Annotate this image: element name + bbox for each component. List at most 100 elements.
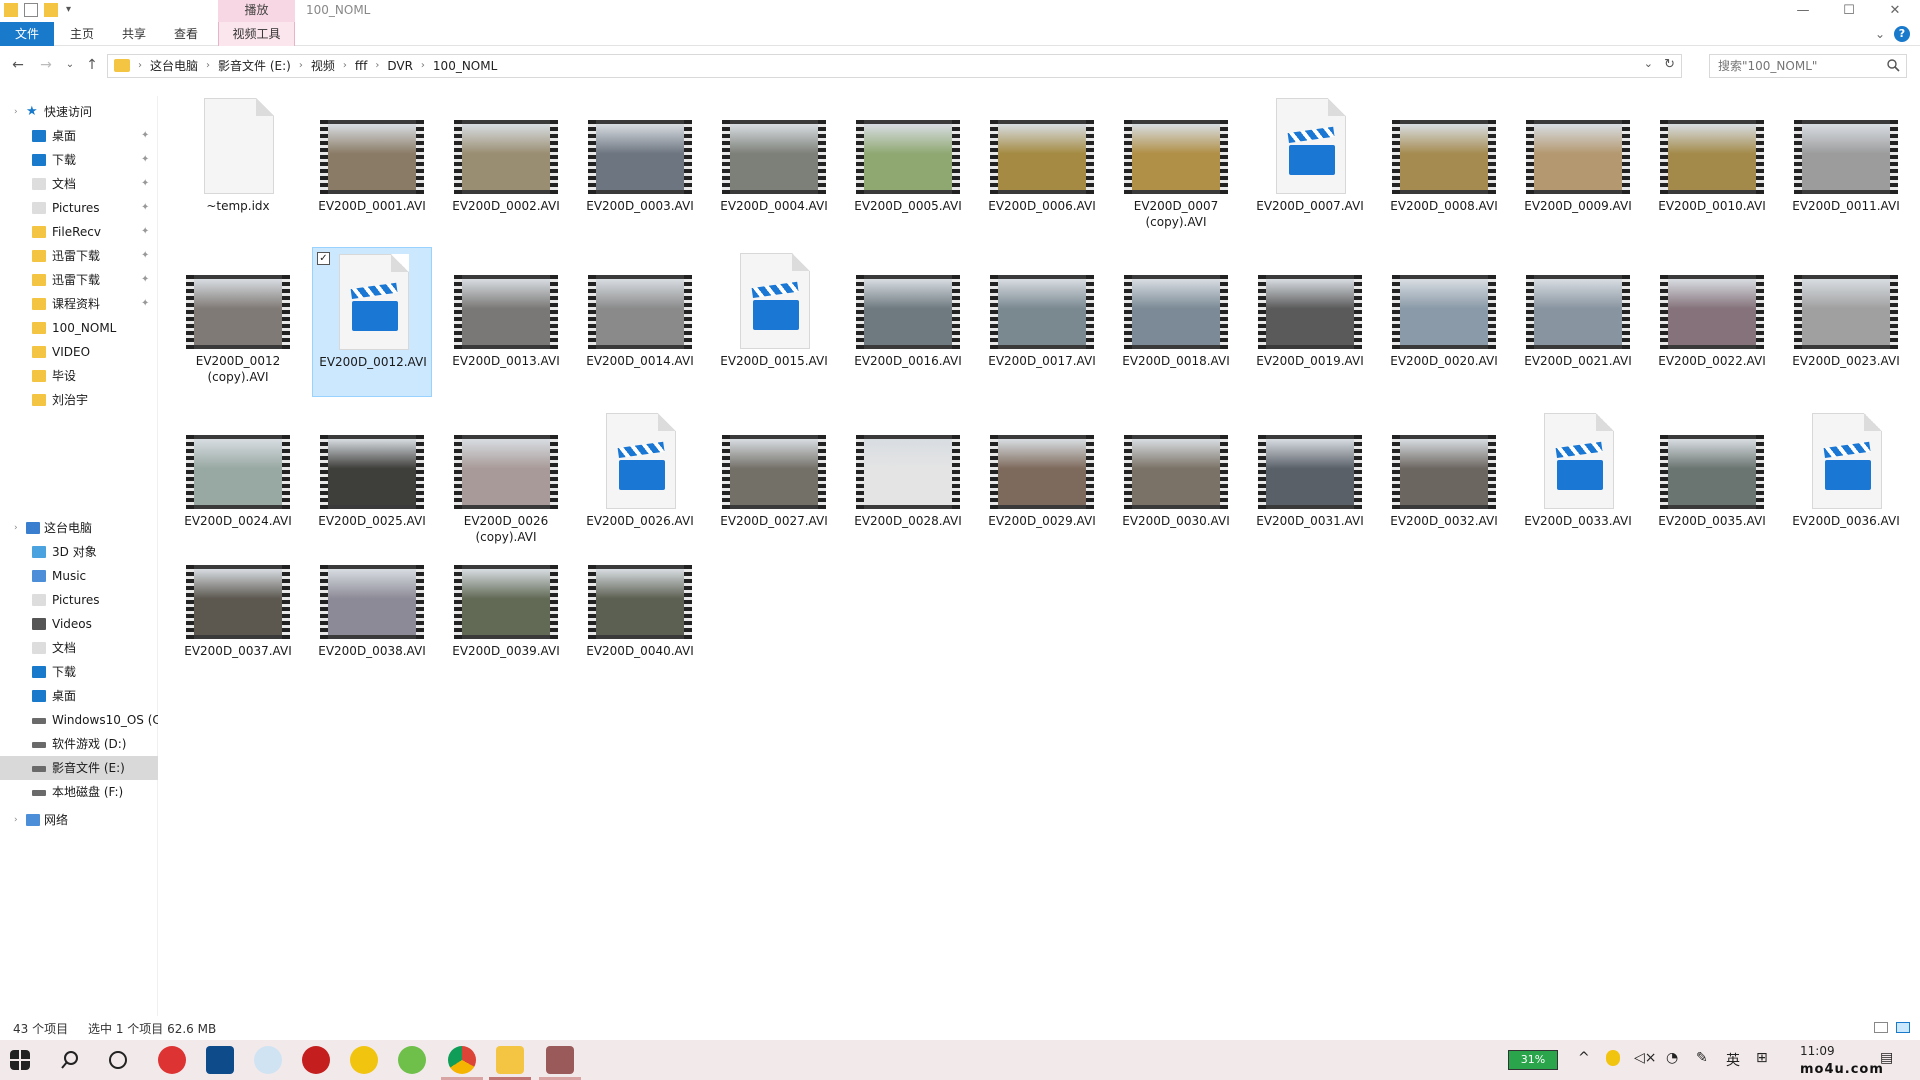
file-item[interactable]: EV200D_0001.AVI [312,92,432,242]
file-item[interactable]: EV200D_0019.AVI [1250,247,1370,397]
file-item[interactable]: EV200D_0025.AVI [312,407,432,557]
file-item[interactable]: EV200D_0027.AVI [714,407,834,557]
tab-view[interactable]: 查看 [162,22,210,46]
file-item[interactable]: EV200D_0006.AVI [982,92,1102,242]
netease-music-icon[interactable] [158,1046,186,1074]
sidebar-pc-item[interactable]: Videos [0,612,158,636]
breadcrumb-drive-e[interactable]: 影音文件 (E:) [218,55,291,77]
breadcrumb-dvr[interactable]: DVR [387,55,413,77]
sidebar-pc-item[interactable]: 软件游戏 (D:) [0,732,158,756]
file-item[interactable]: EV200D_0023.AVI [1786,247,1906,397]
pin-icon[interactable]: ✦ [141,244,149,268]
search-icon[interactable] [60,1050,80,1070]
minimize-button[interactable]: — [1780,0,1826,22]
file-item[interactable]: EV200D_0038.AVI [312,537,432,687]
sidebar-quick-item[interactable]: 刘治宇 [0,388,158,412]
file-item[interactable]: EV200D_0018.AVI [1116,247,1236,397]
file-item[interactable]: EV200D_0007.AVI [1250,92,1370,242]
up-button[interactable]: ↑ [82,55,102,75]
file-item[interactable]: EV200D_0026.AVI [580,407,700,557]
forward-button[interactable]: → [36,55,56,75]
windows-start-icon[interactable] [10,1050,30,1070]
file-item[interactable]: EV200D_0016.AVI [848,247,968,397]
file-item[interactable]: EV200D_0037.AVI [178,537,298,687]
file-item[interactable]: EV200D_0021.AVI [1518,247,1638,397]
sidebar-item-network[interactable]: › 网络 [0,808,158,832]
expander-icon[interactable]: › [14,808,18,832]
sidebar-pc-item[interactable]: 桌面 [0,684,158,708]
photo-viewer-icon[interactable] [546,1046,574,1074]
pin-icon[interactable]: ✦ [141,268,149,292]
sidebar-pc-item[interactable]: 影音文件 (E:) [0,756,158,780]
pin-icon[interactable]: ✦ [141,124,149,148]
sidebar-pc-item[interactable]: 本地磁盘 (F:) [0,780,158,804]
breadcrumb-this-pc[interactable]: 这台电脑 [150,55,198,77]
sidebar-pc-item[interactable]: Windows10_OS (C [0,708,158,732]
help-icon[interactable]: ? [1894,26,1910,42]
sidebar-item-quick-access[interactable]: › ★ 快速访问 [0,100,158,124]
tab-video-tools[interactable]: 视频工具 [218,22,295,46]
battery-indicator[interactable]: 31% [1508,1050,1558,1070]
pin-icon[interactable]: ✦ [141,220,149,244]
sidebar-quick-item[interactable]: VIDEO [0,340,158,364]
sidebar-item-this-pc[interactable]: › 这台电脑 [0,516,158,540]
file-item[interactable]: EV200D_0012 (copy).AVI [178,247,298,397]
file-item[interactable]: EV200D_0039.AVI [446,537,566,687]
tab-file[interactable]: 文件 [0,22,54,46]
wifi-icon[interactable]: ◔ [1666,1050,1678,1066]
sidebar-quick-item[interactable]: 下载 ✦ [0,148,158,172]
search-box[interactable] [1709,54,1907,78]
cortana-icon[interactable] [108,1050,128,1070]
file-item[interactable]: EV200D_0010.AVI [1652,92,1772,242]
file-item[interactable]: EV200D_0022.AVI [1652,247,1772,397]
details-view-icon[interactable] [1874,1022,1888,1033]
new-folder-icon[interactable] [44,3,58,17]
photoshop-icon[interactable] [206,1046,234,1074]
file-item[interactable]: EV200D_0028.AVI [848,407,968,557]
breadcrumb-fff[interactable]: fff [355,55,368,77]
file-item[interactable]: EV200D_0020.AVI [1384,247,1504,397]
file-item[interactable]: EV200D_0035.AVI [1652,407,1772,557]
large-icons-view-icon[interactable] [1896,1022,1910,1033]
tab-share[interactable]: 共享 [110,22,158,46]
address-dropdown-icon[interactable]: ⌄ [1644,57,1653,70]
recent-locations-button[interactable]: ⌄ [60,55,80,75]
breadcrumb-videos[interactable]: 视频 [311,55,335,77]
file-explorer-icon[interactable] [496,1046,524,1074]
file-item[interactable]: EV200D_0032.AVI [1384,407,1504,557]
sidebar-quick-item[interactable]: 课程资料 ✦ [0,292,158,316]
file-item[interactable]: EV200D_0009.AVI [1518,92,1638,242]
sidebar-pc-item[interactable]: Pictures [0,588,158,612]
file-item[interactable]: EV200D_0013.AVI [446,247,566,397]
file-item[interactable]: EV200D_0015.AVI [714,247,834,397]
file-item[interactable]: EV200D_0004.AVI [714,92,834,242]
opera-icon[interactable] [302,1046,330,1074]
chrome-icon[interactable] [448,1046,476,1074]
sidebar-pc-item[interactable]: 3D 对象 [0,540,158,564]
back-button[interactable]: ← [8,55,28,75]
file-item[interactable]: EV200D_0014.AVI [580,247,700,397]
pin-icon[interactable]: ✦ [141,148,149,172]
file-item[interactable]: EV200D_0026 (copy).AVI [446,407,566,557]
file-item[interactable]: EV200D_0040.AVI [580,537,700,687]
breadcrumb-separator[interactable]: › [343,55,347,77]
search-icon[interactable] [1886,58,1900,72]
address-bar[interactable]: › 这台电脑 › 影音文件 (E:) › 视频 › fff › DVR › 10… [107,54,1682,78]
properties-icon[interactable] [24,3,38,17]
sidebar-quick-item[interactable]: 100_NOML [0,316,158,340]
sidebar-quick-item[interactable]: 迅雷下载 ✦ [0,268,158,292]
file-item[interactable]: EV200D_0011.AVI [1786,92,1906,242]
expander-icon[interactable]: › [14,516,18,540]
tab-home[interactable]: 主页 [58,22,106,46]
pin-icon[interactable]: ✦ [141,196,149,220]
sidebar-quick-item[interactable]: 桌面 ✦ [0,124,158,148]
file-item[interactable]: EV200D_0029.AVI [982,407,1102,557]
file-item[interactable]: EV200D_0017.AVI [982,247,1102,397]
expander-icon[interactable]: › [14,100,18,124]
selection-checkbox[interactable]: ✓ [317,252,330,265]
customize-toolbar-icon[interactable]: ▾ [66,3,80,17]
file-item[interactable]: EV200D_0007 (copy).AVI [1116,92,1236,242]
clock[interactable]: 11:09 [1800,1044,1835,1058]
close-button[interactable]: ✕ [1872,0,1918,22]
ribbon-collapse-icon[interactable]: ⌄ [1870,22,1890,46]
